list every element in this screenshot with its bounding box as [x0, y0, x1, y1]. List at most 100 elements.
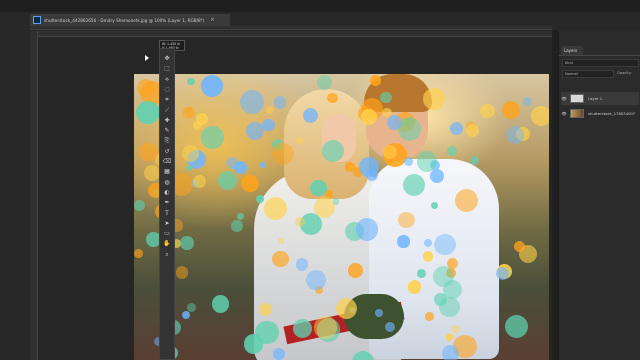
bokeh-dot	[239, 90, 264, 114]
bokeh-dot	[236, 213, 244, 221]
bokeh-dot	[272, 347, 286, 360]
vertical-ruler[interactable]	[30, 31, 38, 360]
ps-document-icon	[33, 16, 41, 24]
bokeh-dot	[332, 198, 340, 205]
bokeh-dot	[387, 114, 403, 130]
bokeh-dot	[360, 108, 377, 125]
bokeh-dot	[451, 324, 460, 334]
path-select-tool-icon[interactable]: ➤	[163, 220, 171, 228]
panel-divider	[559, 55, 640, 56]
type-tool-icon[interactable]: T	[163, 210, 171, 218]
document-tab[interactable]: shutterstock_442862656 - Dmitry Shemonet…	[30, 14, 230, 26]
bokeh-dot	[530, 106, 549, 127]
history-brush-tool-icon[interactable]: ↺	[163, 148, 171, 156]
bokeh-dot	[505, 125, 524, 144]
bokeh-dot	[233, 161, 247, 175]
move-tool-icon[interactable]: ✥	[163, 55, 171, 63]
bokeh-dot	[309, 179, 327, 197]
bokeh-dot	[469, 155, 480, 166]
quick-select-tool-icon[interactable]: ◌	[163, 86, 171, 94]
layer-thumbnail	[570, 109, 584, 118]
bokeh-dot	[398, 211, 415, 229]
bokeh-dot	[397, 235, 410, 248]
zoom-tool-icon[interactable]: ⌕	[163, 251, 171, 259]
bokeh-dot	[501, 101, 520, 119]
bokeh-dot	[422, 88, 445, 111]
bokeh-dot	[256, 195, 264, 203]
bokeh-dot	[187, 302, 197, 312]
bokeh-dot	[211, 294, 230, 313]
dodge-tool-icon[interactable]: ◐	[163, 189, 171, 197]
bokeh-dot	[274, 96, 287, 109]
layer-row[interactable]: 👁 Layer 1	[561, 92, 639, 105]
layers-panel: Layers Kind Normal 👁 Layer 1 👁 shutterstock…	[558, 30, 640, 360]
document-canvas-photo[interactable]	[134, 74, 549, 360]
bokeh-dot	[200, 74, 223, 97]
bokeh-dot	[193, 174, 207, 188]
brush-tool-icon[interactable]: ✎	[163, 127, 171, 135]
bokeh-dot	[355, 218, 378, 241]
bokeh-dot	[201, 126, 224, 149]
horizontal-ruler[interactable]	[38, 31, 552, 37]
bokeh-dot	[345, 162, 355, 172]
healing-tool-icon[interactable]: ✚	[163, 117, 171, 125]
eraser-tool-icon[interactable]: ⌫	[163, 158, 171, 166]
pen-tool-icon[interactable]: ✒	[163, 199, 171, 207]
bokeh-dot	[450, 121, 464, 135]
hand-tool-icon[interactable]: ✋	[163, 240, 171, 248]
visibility-eye-icon[interactable]: 👁	[561, 96, 567, 101]
bokeh-dot	[430, 201, 438, 209]
bokeh-dot	[183, 106, 195, 119]
tab-layers[interactable]: Layers	[561, 46, 583, 55]
bokeh-dot	[327, 92, 338, 104]
bokeh-dot	[134, 200, 146, 212]
clone-stamp-tool-icon[interactable]: ⎘	[163, 137, 171, 145]
crop-tool-icon[interactable]: ⌗	[163, 96, 171, 104]
bokeh-dot	[480, 103, 495, 119]
bokeh-dot	[136, 100, 160, 125]
bokeh-dot	[185, 165, 193, 172]
gradient-tool-icon[interactable]: ▦	[163, 168, 171, 176]
bokeh-dot	[265, 105, 275, 115]
bokeh-dot	[423, 238, 432, 248]
bokeh-dot	[305, 270, 326, 291]
bokeh-dot	[416, 269, 426, 279]
bokeh-dot	[231, 220, 243, 232]
bokeh-dot	[422, 251, 434, 262]
photoshop-window: shutterstock_442862656 - Dmitry Shemonet…	[0, 0, 640, 360]
visibility-eye-icon[interactable]: 👁	[561, 111, 567, 116]
bokeh-dot	[181, 310, 191, 320]
bokeh-dot	[241, 174, 259, 193]
bokeh-dot	[181, 144, 199, 162]
bokeh-dot	[434, 233, 456, 255]
bokeh-dot	[402, 174, 425, 197]
bokeh-dot	[382, 107, 392, 118]
bokeh-dot	[263, 196, 288, 220]
bokeh-dot	[272, 250, 289, 268]
bokeh-dot	[175, 266, 189, 279]
bokeh-dot	[504, 314, 529, 339]
blend-mode-select[interactable]: Normal	[562, 70, 614, 78]
layer-row[interactable]: 👁 shutterstock_17803400?	[561, 107, 639, 120]
bokeh-dot	[313, 315, 337, 339]
layer-thumbnail	[570, 94, 584, 103]
bokeh-dot	[260, 162, 267, 169]
top-bar	[0, 0, 640, 12]
rectangle-tool-icon[interactable]: ▭	[163, 230, 171, 238]
layer-kind-filter[interactable]: Kind	[562, 59, 639, 67]
bokeh-dot	[442, 280, 462, 299]
eyedropper-tool-icon[interactable]: ⟋	[163, 107, 171, 115]
lasso-tool-icon[interactable]: ⟡	[163, 76, 171, 84]
marquee-tool-icon[interactable]: ⬚	[163, 65, 171, 73]
blur-tool-icon[interactable]: ◍	[163, 179, 171, 187]
document-title: shutterstock_442862656 - Dmitry Shemonet…	[44, 17, 205, 23]
bokeh-dot	[295, 258, 308, 271]
bokeh-dot	[348, 263, 363, 278]
bokeh-dot	[322, 140, 345, 162]
tools-panel: ✥ ⬚ ⟡ ◌ ⌗ ⟋ ✚ ✎ ⎘ ↺ ⌫ ▦ ◍ ◐ ✒ T ➤ ▭ ✋ ⌕	[159, 48, 175, 360]
layer-name: Layer 1	[588, 96, 603, 101]
bokeh-dot	[262, 118, 275, 131]
bokeh-dot	[513, 240, 525, 253]
bokeh-dot	[522, 97, 532, 106]
close-tab-icon[interactable]: ×	[210, 17, 214, 23]
